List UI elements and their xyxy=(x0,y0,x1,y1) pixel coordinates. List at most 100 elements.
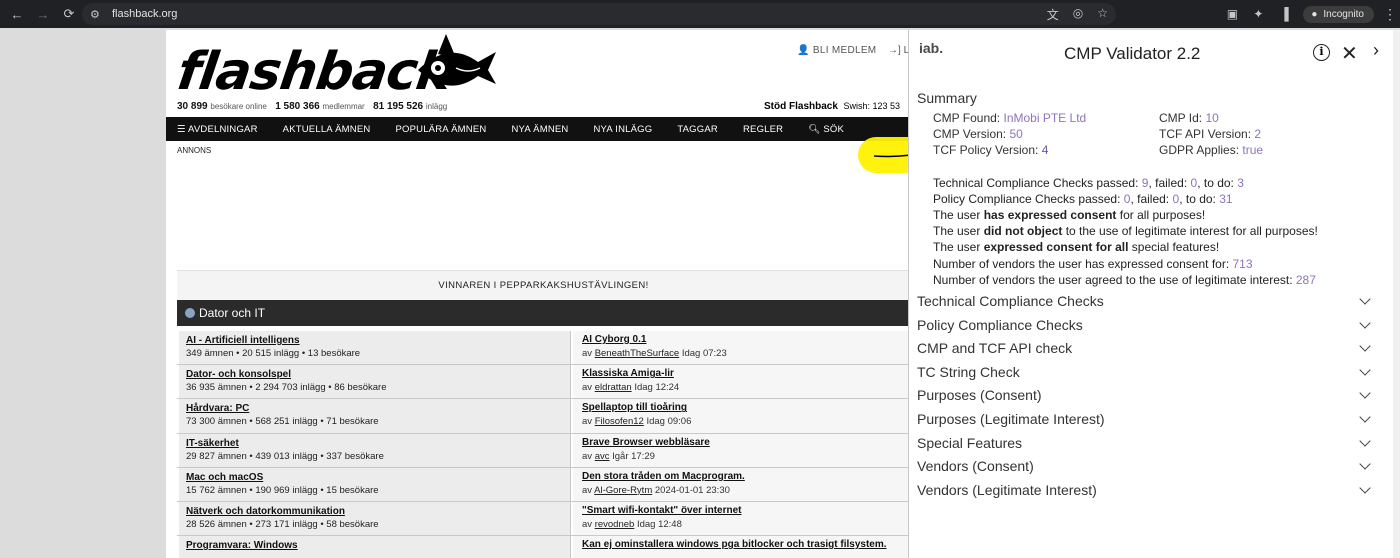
side-panel-icon[interactable]: ▐ xyxy=(1271,7,1297,21)
site-info-icon[interactable]: ⚙ xyxy=(90,8,104,21)
forum-meta: 73 300 ämnen • 568 251 inlägg • 71 besök… xyxy=(186,416,379,428)
forum-name-link[interactable]: AI - Artificiell intelligens xyxy=(186,335,570,346)
accordion-label: TC String Check xyxy=(917,363,1020,380)
forward-icon[interactable]: → xyxy=(34,5,52,23)
author-link[interactable]: Al-Gore-Rytm xyxy=(594,485,652,496)
category-title: Dator och IT xyxy=(199,306,266,320)
summary-heading: Summary xyxy=(917,90,977,106)
cmp-validator-panel: iab. CMP Validator 2.2 i ✕ › Summary CMP… xyxy=(908,30,1393,558)
nav-sok[interactable]: 🔍︎ SÖK xyxy=(808,124,844,135)
thread-meta: av avc Igår 17:29 xyxy=(582,451,910,462)
accordion-section[interactable]: CMP and TCF API check xyxy=(917,340,1383,364)
tcf-policy-version: TCF Policy Version: 4 xyxy=(933,143,1049,157)
support-text[interactable]: Stöd Flashback Swish: 123 53 xyxy=(764,101,900,112)
author-link[interactable]: avc xyxy=(595,451,610,462)
incognito-label: Incognito xyxy=(1323,8,1364,20)
accordion-section[interactable]: Purposes (Legitimate Interest) xyxy=(917,411,1383,435)
vendors-consent-line: Number of vendors the user has expressed… xyxy=(933,257,1253,271)
extension-image-icon[interactable]: ▣ xyxy=(1219,7,1245,21)
forum-name-link[interactable]: Nätverk och datorkommunikation xyxy=(186,506,570,517)
thread-meta: av eldrattan Idag 12:24 xyxy=(582,382,910,393)
nav-regler[interactable]: REGLER xyxy=(743,124,783,135)
thread-time: Igår 17:29 xyxy=(612,450,655,462)
info-icon[interactable]: i xyxy=(1313,44,1330,61)
cmp-version: CMP Version: 50 xyxy=(933,127,1023,141)
accordion-section[interactable]: Vendors (Consent) xyxy=(917,458,1383,482)
extensions-puzzle-icon[interactable]: ✦ xyxy=(1245,7,1271,21)
nav-nya-inlagg[interactable]: NYA INLÄGG xyxy=(594,124,653,135)
join-link[interactable]: 👤 BLI MEDLEM xyxy=(797,45,876,56)
consent-purposes-line: The user has expressed consent for all p… xyxy=(933,208,1206,222)
chevron-down-icon xyxy=(1359,411,1371,423)
by-prefix: av xyxy=(582,450,593,462)
thread-title-link[interactable]: Den stora tråden om Macprogram. xyxy=(582,471,910,482)
category-header[interactable]: Dator och IT xyxy=(177,300,910,326)
incognito-badge[interactable]: ● Incognito xyxy=(1303,5,1374,23)
translate-icon[interactable]: 文 xyxy=(1047,6,1059,23)
forum-meta: 15 762 ämnen • 190 969 inlägg • 15 besök… xyxy=(186,484,379,496)
chevron-down-icon xyxy=(1359,316,1371,329)
table-row: Programvara: Windows Kan ej ominstallera … xyxy=(177,536,910,558)
forum-name-link[interactable]: Dator- och konsolspel xyxy=(186,369,570,380)
chevron-down-icon xyxy=(1359,482,1371,494)
thread-title-link[interactable]: "Smart wifi-kontakt" över internet xyxy=(582,505,910,516)
close-icon[interactable]: ✕ xyxy=(1341,41,1358,66)
nav-populara[interactable]: POPULÄRA ÄMNEN xyxy=(395,124,486,135)
nav-avdelningar[interactable]: ☰ AVDELNINGAR xyxy=(177,124,258,135)
thread-title-link[interactable]: AI Cyborg 0.1 xyxy=(582,334,910,345)
hamburger-icon: ☰ xyxy=(177,123,186,135)
accordion-section[interactable]: Special Features xyxy=(917,435,1383,459)
tracking-protection-icon[interactable]: ◎ xyxy=(1073,6,1083,23)
forum-name-link[interactable]: Mac och macOS xyxy=(186,472,570,483)
posts-count: 81 195 526 xyxy=(373,101,424,112)
bookmark-star-icon[interactable]: ☆ xyxy=(1097,6,1108,23)
menu-icon[interactable]: ⋮ xyxy=(1380,6,1400,23)
back-icon[interactable]: ← xyxy=(8,5,26,23)
forum-name-link[interactable]: IT-säkerhet xyxy=(186,438,570,449)
accordion-section[interactable]: Purposes (Consent) xyxy=(917,387,1383,411)
reload-icon[interactable]: ⟳ xyxy=(60,5,78,23)
nav-aktuella[interactable]: AKTUELLA ÄMNEN xyxy=(283,124,371,135)
nav-taggar[interactable]: TAGGAR xyxy=(677,124,718,135)
forum-name-link[interactable]: Programvara: Windows xyxy=(186,540,570,551)
accordion-section[interactable]: Vendors (Legitimate Interest) xyxy=(917,482,1383,506)
cmp-id: CMP Id: 10 xyxy=(1159,111,1219,125)
legitimate-interest-line: The user did not object to the use of le… xyxy=(933,224,1318,238)
accordion-section[interactable]: Policy Compliance Checks xyxy=(917,317,1383,341)
swish-label: Swish: 123 53 xyxy=(843,101,901,111)
latest-thread-cell: Klassiska Amiga-lir av eldrattan Idag 12:… xyxy=(573,365,910,399)
thread-time: Idag 12:48 xyxy=(636,518,682,530)
latest-thread-cell: "Smart wifi-kontakt" över internet av rev… xyxy=(573,501,910,536)
main-nav: ☰ AVDELNINGAR AKTUELLA ÄMNEN POPULÄRA ÄM… xyxy=(166,117,910,141)
accordion-label: Purposes (Legitimate Interest) xyxy=(917,411,1105,427)
chevron-down-icon xyxy=(1359,387,1371,400)
tech-checks-summary: Technical Compliance Checks passed: 9, f… xyxy=(933,176,1244,190)
address-bar[interactable]: ⚙ flashback.org 文 ◎ ☆ xyxy=(82,3,1116,25)
author-link[interactable]: BeneathTheSurface xyxy=(595,348,680,359)
chevron-down-icon xyxy=(1359,340,1371,352)
by-prefix: av xyxy=(582,416,593,428)
forum-name-link[interactable]: Hårdvara: PC xyxy=(186,403,570,414)
forum-meta: 29 827 ämnen • 439 013 inlägg • 337 besö… xyxy=(186,450,384,462)
forum-cell: Nätverk och datorkommunikation 28 526 ämn… xyxy=(179,501,571,536)
chevron-right-icon[interactable]: › xyxy=(1373,40,1379,61)
nav-nya-amnen[interactable]: NYA ÄMNEN xyxy=(511,124,568,135)
author-link[interactable]: eldrattan xyxy=(595,382,632,393)
incognito-icon: ● xyxy=(1311,8,1318,20)
panel-scrollbar[interactable] xyxy=(1393,30,1400,558)
thread-title-link[interactable]: Spellaptop till tioåring xyxy=(582,402,910,413)
thread-title-link[interactable]: Klassiska Amiga-lir xyxy=(582,368,910,379)
thread-title-link[interactable]: Brave Browser webbläsare xyxy=(582,437,910,448)
accordion-section[interactable]: Technical Compliance Checks xyxy=(917,293,1383,317)
login-link[interactable]: →] L xyxy=(888,45,909,56)
ad-banner[interactable]: VINNAREN I PEPPARKAKSHUSTÄVLINGEN! xyxy=(177,270,910,300)
author-link[interactable]: Filosofen12 xyxy=(595,416,644,427)
thread-title-link[interactable]: Kan ej ominstallera windows pga bitlocke… xyxy=(582,539,910,550)
accordion-label: Purposes (Consent) xyxy=(917,387,1042,404)
thread-meta: av BeneathTheSurface Idag 07:23 xyxy=(582,348,910,359)
table-row: Dator- och konsolspel 36 935 ämnen • 2 29… xyxy=(177,365,910,400)
author-link[interactable]: revodneb xyxy=(595,519,635,530)
cmp-found: CMP Found: InMobi PTE Ltd xyxy=(933,111,1087,125)
chevron-down-icon xyxy=(1359,458,1371,470)
accordion-section[interactable]: TC String Check xyxy=(917,364,1383,388)
